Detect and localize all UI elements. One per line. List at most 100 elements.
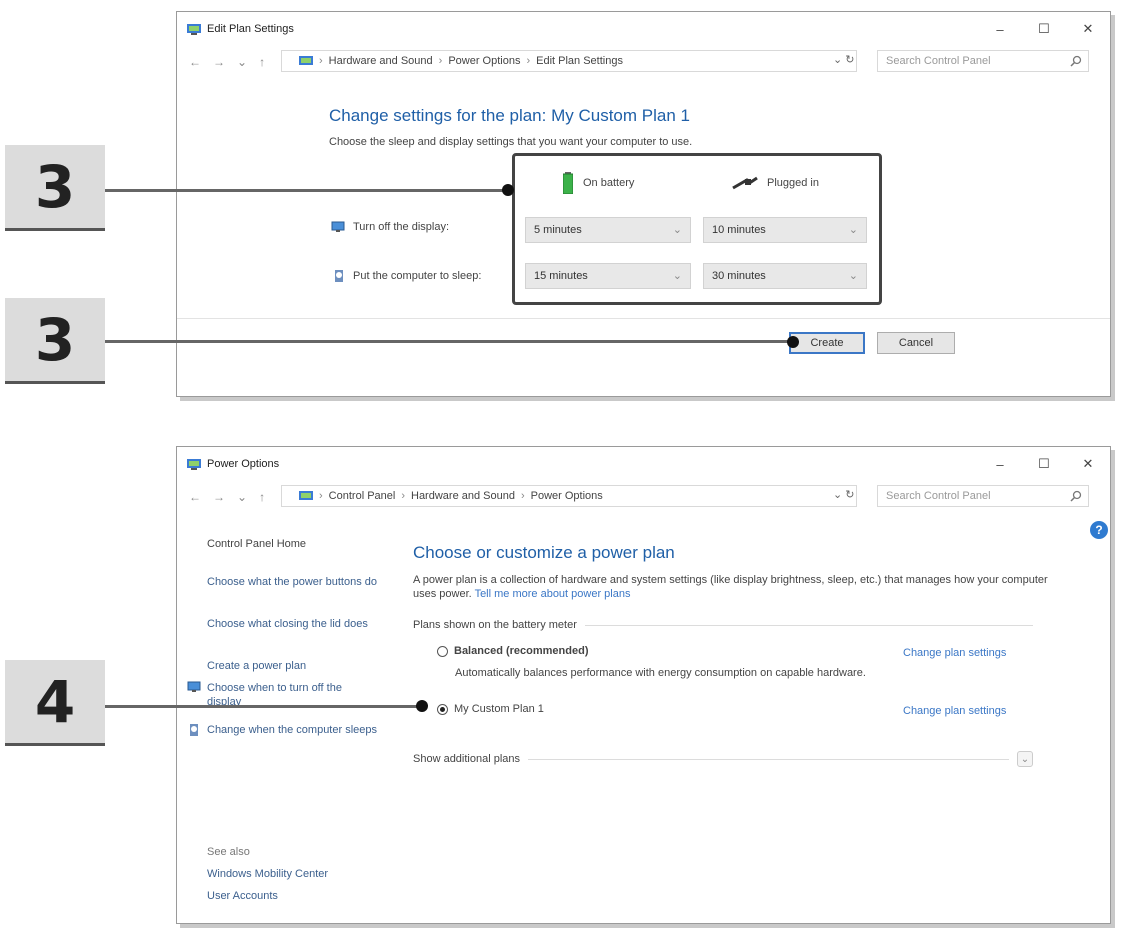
control-panel-icon bbox=[299, 56, 313, 65]
page-title: Choose or customize a power plan bbox=[413, 543, 675, 562]
change-plan-settings-balanced[interactable]: Change plan settings bbox=[903, 647, 1006, 659]
plan-custom-row[interactable]: My Custom Plan 1 bbox=[437, 703, 544, 715]
see-also-mobility-center[interactable]: Windows Mobility Center bbox=[207, 867, 377, 881]
callout-dot-3b bbox=[787, 336, 799, 348]
search-placeholder: Search Control Panel bbox=[886, 55, 991, 67]
sleep-moon-icon bbox=[190, 724, 198, 736]
refresh-icon[interactable]: ⌄ ↻ bbox=[833, 53, 855, 66]
on-battery-label: On battery bbox=[583, 177, 635, 189]
change-plan-settings-custom[interactable]: Change plan settings bbox=[903, 705, 1006, 717]
recent-chevron-icon[interactable]: ⌄ bbox=[237, 55, 247, 69]
minimize-button[interactable]: – bbox=[978, 447, 1022, 481]
page-title: Change settings for the plan: My Custom … bbox=[329, 106, 690, 125]
display-plugged-value: 10 minutes bbox=[712, 224, 766, 236]
show-additional-plans-row[interactable]: Show additional plans ⌄ bbox=[413, 751, 1033, 767]
forward-arrow-icon[interactable]: → bbox=[213, 55, 225, 69]
step-badge-3b: 3 bbox=[5, 298, 105, 384]
battery-meter-section: Plans shown on the battery meter bbox=[413, 619, 1033, 631]
chevron-down-icon: ⌄ bbox=[672, 224, 682, 236]
back-arrow-icon[interactable]: ← bbox=[189, 490, 201, 504]
plan-balanced-desc: Automatically balances performance with … bbox=[455, 667, 866, 679]
address-row: ← → ⌄ ↑ › Hardware and Sound › Power Opt… bbox=[177, 50, 1110, 74]
display-plugged-select[interactable]: 10 minutes ⌄ bbox=[703, 217, 867, 243]
show-additional-plans-label: Show additional plans bbox=[413, 753, 521, 765]
callout-line-4 bbox=[105, 705, 422, 708]
step-badge-3a: 3 bbox=[5, 145, 105, 231]
control-panel-icon bbox=[299, 491, 313, 500]
sleep-label: Put the computer to sleep: bbox=[353, 270, 482, 282]
section-label: Plans shown on the battery meter bbox=[413, 619, 577, 631]
refresh-icon[interactable]: ⌄ ↻ bbox=[833, 488, 855, 501]
tell-me-more-link[interactable]: Tell me more about power plans bbox=[475, 588, 631, 600]
title-bar: Power Options bbox=[177, 447, 1110, 481]
plan-radio-unselected[interactable] bbox=[437, 645, 448, 657]
recent-chevron-icon[interactable]: ⌄ bbox=[237, 490, 247, 504]
callout-line-3a bbox=[105, 189, 508, 192]
expand-chevron-icon[interactable]: ⌄ bbox=[1017, 751, 1033, 767]
sleep-battery-value: 15 minutes bbox=[534, 270, 588, 282]
sidebar-item-closing-lid[interactable]: Choose what closing the lid does bbox=[207, 617, 377, 631]
display-battery-select[interactable]: 5 minutes ⌄ bbox=[525, 217, 691, 243]
page-subtitle: Choose the sleep and display settings th… bbox=[329, 136, 693, 148]
window-title: Edit Plan Settings bbox=[207, 23, 294, 35]
see-also-user-accounts[interactable]: User Accounts bbox=[207, 889, 377, 903]
sleep-plugged-value: 30 minutes bbox=[712, 270, 766, 282]
close-button[interactable]: ✕ bbox=[1066, 447, 1110, 481]
breadcrumb-power-options[interactable]: Power Options bbox=[448, 55, 520, 67]
up-arrow-icon[interactable]: ↑ bbox=[259, 490, 265, 504]
chevron-down-icon: ⌄ bbox=[848, 224, 858, 236]
forward-arrow-icon[interactable]: → bbox=[213, 490, 225, 504]
sleep-moon-icon bbox=[335, 270, 343, 282]
breadcrumb-control-panel[interactable]: Control Panel bbox=[329, 490, 396, 502]
window-title: Power Options bbox=[207, 458, 280, 470]
search-input[interactable]: Search Control Panel bbox=[877, 50, 1089, 72]
search-icon bbox=[1070, 55, 1082, 67]
search-placeholder: Search Control Panel bbox=[886, 490, 991, 502]
chevron-down-icon: ⌄ bbox=[848, 270, 858, 282]
display-battery-value: 5 minutes bbox=[534, 224, 582, 236]
power-options-window: Power Options – ☐ ✕ ← → ⌄ ↑ › Control Pa… bbox=[176, 446, 1111, 924]
create-button[interactable]: Create bbox=[789, 332, 865, 354]
plugged-in-label: Plugged in bbox=[767, 177, 819, 189]
display-row-label: Turn off the display: bbox=[331, 221, 449, 233]
search-input[interactable]: Search Control Panel bbox=[877, 485, 1089, 507]
power-plug-icon bbox=[732, 176, 758, 190]
sidebar-item-power-buttons[interactable]: Choose what the power buttons do bbox=[207, 575, 377, 589]
breadcrumb: › Control Panel › Hardware and Sound › P… bbox=[299, 485, 603, 507]
maximize-button[interactable]: ☐ bbox=[1022, 12, 1066, 46]
breadcrumb-hardware[interactable]: Hardware and Sound bbox=[329, 55, 433, 67]
monitor-icon bbox=[187, 681, 201, 692]
up-arrow-icon[interactable]: ↑ bbox=[259, 55, 265, 69]
help-icon[interactable]: ? bbox=[1090, 521, 1108, 539]
sleep-battery-select[interactable]: 15 minutes ⌄ bbox=[525, 263, 691, 289]
plugged-in-header: Plugged in bbox=[731, 176, 819, 190]
breadcrumb-hardware[interactable]: Hardware and Sound bbox=[411, 490, 515, 502]
address-row: ← → ⌄ ↑ › Control Panel › Hardware and S… bbox=[177, 485, 1110, 509]
maximize-button[interactable]: ☐ bbox=[1022, 447, 1066, 481]
page-description: A power plan is a collection of hardware… bbox=[413, 573, 1053, 601]
close-button[interactable]: ✕ bbox=[1066, 12, 1110, 46]
sidebar-item-create-plan[interactable]: Create a power plan bbox=[207, 659, 377, 673]
sidebar-item-computer-sleeps[interactable]: Change when the computer sleeps bbox=[207, 723, 377, 737]
callout-dot-4 bbox=[416, 700, 428, 712]
plan-balanced-row[interactable]: Balanced (recommended) bbox=[437, 645, 588, 657]
step-badge-4: 4 bbox=[5, 660, 105, 746]
sidebar-home[interactable]: Control Panel Home bbox=[207, 537, 377, 551]
on-battery-header: On battery bbox=[563, 172, 634, 194]
see-also-title: See also bbox=[207, 846, 250, 858]
settings-highlight-box: On battery Plugged in 5 minutes ⌄ 10 min… bbox=[512, 153, 882, 305]
callout-line-3b bbox=[105, 340, 793, 343]
breadcrumb-power-options[interactable]: Power Options bbox=[531, 490, 603, 502]
control-panel-icon bbox=[187, 23, 201, 35]
search-icon bbox=[1070, 490, 1082, 502]
display-label: Turn off the display: bbox=[353, 221, 449, 233]
breadcrumb: › Hardware and Sound › Power Options › E… bbox=[299, 50, 623, 72]
cancel-button[interactable]: Cancel bbox=[877, 332, 955, 354]
sleep-plugged-select[interactable]: 30 minutes ⌄ bbox=[703, 263, 867, 289]
breadcrumb-edit-plan[interactable]: Edit Plan Settings bbox=[536, 55, 623, 67]
plan-radio-selected[interactable] bbox=[437, 703, 448, 715]
power-options-icon bbox=[187, 458, 201, 470]
chevron-down-icon: ⌄ bbox=[672, 270, 682, 282]
back-arrow-icon[interactable]: ← bbox=[189, 55, 201, 69]
minimize-button[interactable]: – bbox=[978, 12, 1022, 46]
